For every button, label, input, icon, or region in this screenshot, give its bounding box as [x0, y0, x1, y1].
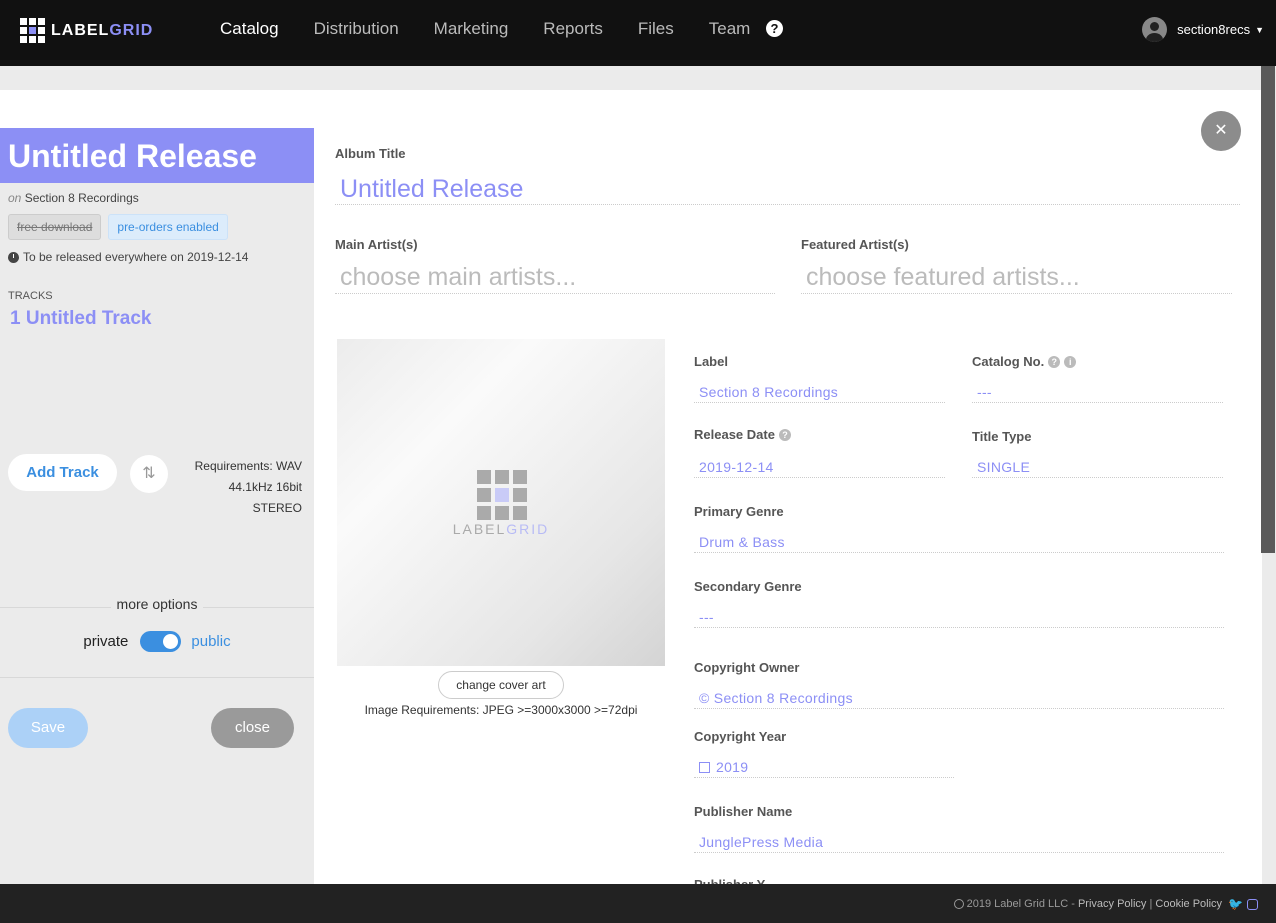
featured-artist-input[interactable]: choose featured artists...	[801, 263, 1232, 294]
close-button[interactable]: close	[211, 708, 294, 748]
private-label: private	[83, 633, 129, 650]
help-icon[interactable]: ?	[1048, 356, 1061, 368]
nav-catalog[interactable]: Catalog	[220, 19, 279, 39]
copyright-year-input[interactable]: 2019	[694, 759, 954, 778]
copyright-icon	[953, 899, 964, 909]
publisher-name-label: Publisher Name	[694, 804, 793, 819]
image-requirements: Image Requirements: JPEG >=3000x3000 >=7…	[364, 703, 638, 717]
help-icon[interactable]: ?	[766, 20, 783, 37]
instagram-icon[interactable]	[1247, 898, 1258, 910]
audio-requirements: Requirements: WAV 44.1kHz 16bit STEREO	[194, 459, 302, 515]
nav-distribution[interactable]: Distribution	[314, 19, 399, 39]
divider	[0, 677, 314, 678]
labelgrid-logo-icon	[477, 470, 527, 520]
logo-grid-icon	[20, 18, 45, 43]
logo-text: LABELGRID	[51, 21, 154, 39]
primary-genre-label: Primary Genre	[694, 504, 784, 519]
release-date-input[interactable]: 2019-12-14	[694, 459, 945, 478]
label-input[interactable]: Section 8 Recordings	[694, 384, 945, 403]
clock-icon	[8, 251, 19, 263]
footer: 2019 Label Grid LLC - Privacy Policy | C…	[0, 884, 1276, 923]
title-type-select[interactable]: SINGLE	[972, 459, 1223, 478]
labelgrid-logo[interactable]: LABELGRID	[20, 18, 153, 43]
cookie-policy-link[interactable]: Cookie Policy	[1155, 898, 1222, 910]
public-label: public	[191, 633, 231, 650]
release-label-line: on Section 8 Recordings	[8, 191, 139, 205]
catalog-no-input[interactable]: ---	[972, 384, 1223, 403]
free-download-badge[interactable]: free download	[8, 214, 102, 240]
scrollbar-thumb[interactable]	[1261, 66, 1275, 553]
visibility-toggle[interactable]	[140, 631, 182, 652]
visibility-toggle-row: private public	[0, 631, 314, 652]
primary-genre-select[interactable]: Drum & Bass	[694, 534, 1224, 553]
preorders-badge[interactable]: pre-orders enabled	[108, 214, 228, 240]
nav-marketing[interactable]: Marketing	[434, 19, 509, 39]
label-field-label: Label	[694, 354, 728, 369]
catalog-no-label: Catalog No.? i	[972, 354, 1077, 369]
cover-art[interactable]: LABELGRID	[337, 339, 665, 666]
more-options-link[interactable]: more options	[110, 596, 204, 612]
copyright-year-label: Copyright Year	[694, 729, 787, 744]
title-type-label: Title Type	[972, 429, 1032, 444]
cover-logo-text: LABELGRID	[452, 521, 550, 537]
sort-tracks-icon[interactable]: ⇅	[130, 455, 168, 493]
change-cover-button[interactable]: change cover art	[438, 671, 564, 699]
nav-reports[interactable]: Reports	[543, 19, 603, 39]
avatar-icon	[1142, 17, 1168, 42]
info-icon[interactable]: i	[1064, 356, 1077, 368]
add-track-button[interactable]: Add Track	[8, 454, 117, 491]
help-icon[interactable]: ?	[778, 429, 791, 441]
user-menu[interactable]: section8recs ▼	[1142, 17, 1264, 42]
featured-artist-label: Featured Artist(s)	[801, 237, 909, 252]
privacy-policy-link[interactable]: Privacy Policy	[1078, 898, 1146, 910]
twitter-icon[interactable]: 🐦	[1228, 897, 1243, 911]
album-title-label: Album Title	[335, 146, 406, 161]
copyright-owner-label: Copyright Owner	[694, 660, 800, 675]
tracks-panel: TRACKS 1 Untitled Track	[0, 267, 314, 433]
save-button[interactable]: Save	[8, 708, 88, 748]
chevron-down-icon: ▼	[1255, 24, 1264, 35]
release-date-label: Release Date?	[694, 427, 791, 442]
release-title: Untitled Release	[0, 128, 314, 183]
close-icon[interactable]: ✕	[1201, 111, 1241, 151]
footer-copyright: 2019 Label Grid LLC -	[966, 898, 1075, 910]
copyright-owner-input[interactable]: © Section 8 Recordings	[694, 690, 1224, 709]
publisher-name-input[interactable]: JunglePress Media	[694, 834, 1224, 853]
release-sidebar: Untitled Release on Section 8 Recordings…	[0, 128, 314, 884]
main-artist-input[interactable]: choose main artists...	[335, 263, 775, 294]
nav-team[interactable]: Team	[709, 19, 751, 39]
secondary-genre-label: Secondary Genre	[694, 579, 802, 594]
top-nav: LABELGRID Catalog Distribution Marketing…	[0, 0, 1276, 66]
username: section8recs	[1177, 22, 1251, 37]
nav-files[interactable]: Files	[638, 19, 674, 39]
main-artist-label: Main Artist(s)	[335, 237, 418, 252]
release-note: To be released everywhere on 2019-12-14	[8, 250, 314, 264]
tracks-label: TRACKS	[8, 290, 53, 302]
secondary-genre-select[interactable]: ---	[694, 609, 1224, 628]
track-item[interactable]: 1 Untitled Track	[10, 308, 314, 330]
album-title-input[interactable]: Untitled Release	[335, 175, 1240, 205]
calendar-icon	[699, 762, 710, 773]
